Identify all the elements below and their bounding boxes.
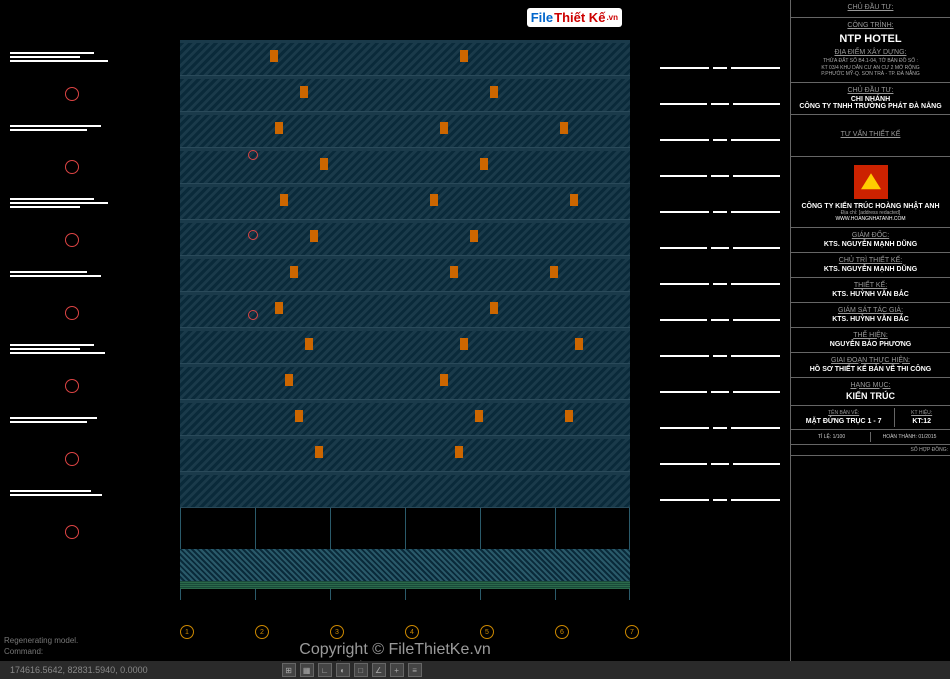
tb-location-header: ĐỊA ĐIỂM XÂY DỰNG: (797, 49, 944, 56)
tb-director-header: GIÁM ĐỐC: (797, 232, 944, 239)
tb-category-name: KIẾN TRÚC (797, 391, 944, 401)
tb-manager-header: CHỦ TRÌ THIẾT KẾ: (797, 257, 944, 264)
command-history: Regenerating model. (4, 636, 78, 646)
status-coords: 174616.5642, 82831.5940, 0.0000 (10, 665, 148, 675)
ground-level (180, 581, 630, 589)
tb-contract-header: SỐ HỢP ĐỒNG: (910, 447, 948, 453)
building-elevation (180, 40, 630, 600)
tb-owner-sub: CHI NHÁNH (797, 96, 944, 103)
tb-owner-header: CHỦ ĐẦU TƯ: (797, 87, 944, 94)
lwt-toggle[interactable]: ≡ (408, 663, 422, 677)
dyn-toggle[interactable]: + (390, 663, 404, 677)
logo-suffix: .vn (606, 13, 618, 22)
detail-item (10, 125, 150, 190)
company-logo-icon (854, 165, 888, 199)
tb-sheet-no: KT:12 (897, 418, 946, 425)
tb-category-header: HẠNG MỤC: (797, 382, 944, 389)
callout-marker (248, 230, 258, 240)
detail-callouts (10, 50, 150, 600)
detail-item (10, 490, 150, 555)
grid-bubble: 4 (405, 625, 419, 639)
grid-bubble: 1 (180, 625, 194, 639)
polar-toggle[interactable]: ◐ (336, 663, 350, 677)
tb-consultant-header: TƯ VẤN THIẾT KẾ (797, 131, 944, 138)
tb-phase-name: HỒ SƠ THIẾT KẾ BẢN VẼ THI CÔNG (797, 366, 944, 373)
tb-drawing-name: MẶT ĐỨNG TRỤC 1 - 7 (795, 418, 892, 425)
tb-project-header: CÔNG TRÌNH: (797, 22, 944, 29)
tb-phase-header: GIAI ĐOẠN THỰC HIỆN: (797, 357, 944, 364)
title-block: CHỦ ĐẦU TƯ: CÔNG TRÌNH: NTP HOTEL ĐỊA ĐI… (790, 0, 950, 679)
snap-toggle[interactable]: ⊞ (282, 663, 296, 677)
tb-director-name: KTS. NGUYỄN MẠNH DŨNG (797, 241, 944, 248)
watermark-logo: File Thiết Kế .vn (527, 8, 622, 27)
tb-scale-header: TỈ LỆ: (818, 434, 831, 440)
tb-checker-name: KTS. HUỲNH VĂN BẮC (797, 316, 944, 323)
tb-checker-header: GIÁM SÁT TÁC GIẢ: (797, 307, 944, 314)
grid-bubble: 2 (255, 625, 269, 639)
logo-part2: Thiết Kế (554, 10, 605, 25)
tb-project-name: NTP HOTEL (797, 33, 944, 45)
status-bar: 174616.5642, 82831.5940, 0.0000 ⊞ ▦ ∟ ◐ … (0, 661, 950, 679)
logo-part1: File (531, 10, 553, 25)
tb-sheet-header: KT HIỆU: (897, 410, 946, 416)
cad-drawing-canvas[interactable]: File Thiết Kế .vn (0, 0, 790, 679)
otrack-toggle[interactable]: ∠ (372, 663, 386, 677)
callout-marker (248, 150, 258, 160)
tb-designer-name: KTS. HUỲNH VĂN BẮC (797, 291, 944, 298)
tb-owner-name: CÔNG TY TNHH TRƯỜNG PHÁT ĐÀ NẴNG (797, 103, 944, 110)
tb-drawing-header: TÊN BẢN VẼ: (795, 410, 892, 416)
command-prompt: Command: (4, 647, 78, 657)
grid-toggle[interactable]: ▦ (300, 663, 314, 677)
ortho-toggle[interactable]: ∟ (318, 663, 332, 677)
tb-location3: P.PHƯỚC MỸ-Q. SƠN TRÀ - TP. ĐÀ NẴNG (797, 71, 944, 78)
detail-item (10, 198, 150, 263)
detail-item (10, 417, 150, 482)
level-dimensions (660, 50, 780, 590)
detail-item (10, 52, 150, 117)
grid-bubble: 7 (625, 625, 639, 639)
tb-company-name: CÔNG TY KIẾN TRÚC HOÀNG NHẬT ANH (797, 203, 944, 210)
tb-manager-name: KTS. NGUYỄN MẠNH DŨNG (797, 266, 944, 273)
tb-designer-header: THIẾT KẾ: (797, 282, 944, 289)
tb-drafter-name: NGUYỄN BẢO PHƯƠNG (797, 341, 944, 348)
tb-company-url: WWW.HOANGNHATANH.COM (797, 216, 944, 223)
grid-axis-labels: 1 2 3 4 5 6 7 (170, 599, 790, 649)
tb-date: HOÀN THÀNH: 01/2015 (871, 432, 948, 442)
grid-bubble: 5 (480, 625, 494, 639)
osnap-toggle[interactable]: □ (354, 663, 368, 677)
grid-bubble: 6 (555, 625, 569, 639)
tb-drafter-header: THỂ HIỆN: (797, 332, 944, 339)
callout-marker (248, 310, 258, 320)
base-wall (180, 549, 630, 581)
tb-investor-header: CHỦ ĐẦU TƯ: (797, 4, 944, 11)
tb-scale: 1/100 (833, 434, 846, 440)
detail-item (10, 344, 150, 409)
command-line[interactable]: Regenerating model. Command: (4, 636, 78, 657)
grid-bubble: 3 (330, 625, 344, 639)
detail-item (10, 271, 150, 336)
